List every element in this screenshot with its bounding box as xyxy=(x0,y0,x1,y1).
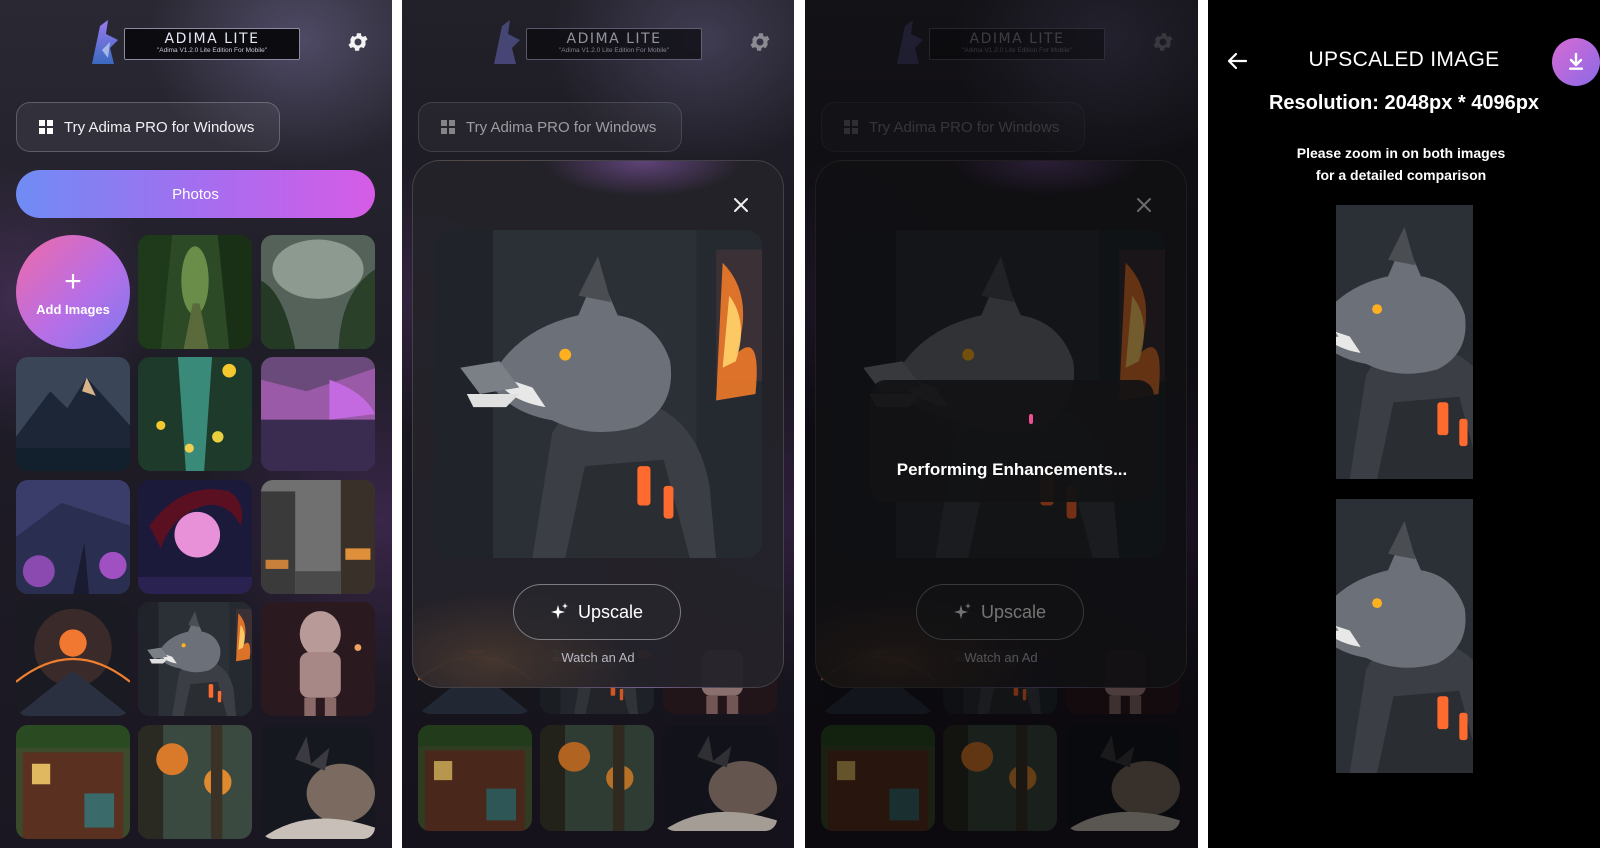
add-images-button[interactable]: + Add Images xyxy=(16,235,130,349)
gallery-tile-cyber-wolf[interactable] xyxy=(138,602,252,716)
gallery-tile-storm-ship[interactable] xyxy=(261,725,375,839)
logo-title: ADIMA LITE xyxy=(164,31,260,47)
loading-text: Performing Enhancements... xyxy=(896,460,1128,479)
gallery-tile-jungle-house[interactable] xyxy=(16,725,130,839)
download-button[interactable] xyxy=(1552,38,1600,86)
add-images-label: Add Images xyxy=(36,301,110,317)
upscale-dialog-screen: ADIMA LITE "Adima V1.2.0 Lite Edition Fo… xyxy=(402,0,794,848)
zoom-hint-line2: for a detailed comparison xyxy=(1315,167,1487,183)
download-icon xyxy=(1569,52,1583,70)
windows-icon xyxy=(39,120,53,134)
gallery-tile-misty-street[interactable] xyxy=(261,480,375,594)
logo-subtitle: "Adima V1.2.0 Lite Edition For Mobile" xyxy=(156,47,268,54)
upscale-label: Upscale xyxy=(577,601,644,622)
photos-button[interactable]: Photos xyxy=(16,170,375,218)
upscaled-image[interactable] xyxy=(1336,499,1473,773)
original-image[interactable] xyxy=(1336,205,1473,479)
resolution-text: Resolution: 2048px * 4096px xyxy=(1268,92,1540,114)
gallery-tile-mountain-peaks[interactable] xyxy=(16,357,130,471)
gallery-tile-pink-moon-tree[interactable] xyxy=(138,480,252,594)
gallery-tile-astronaut[interactable] xyxy=(261,602,375,716)
gallery-screen: ADIMA LITE "Adima V1.2.0 Lite Edition Fo… xyxy=(0,0,392,848)
plus-icon: + xyxy=(64,264,82,298)
gear-icon[interactable] xyxy=(346,30,370,54)
upscale-dialog: Upscale Watch an Ad xyxy=(412,160,784,688)
gallery-tile-glowing-flowers[interactable] xyxy=(138,357,252,471)
logo-plate: ADIMA LITE "Adima V1.2.0 Lite Edition Fo… xyxy=(124,28,300,60)
try-pro-button[interactable]: Try Adima PRO for Windows xyxy=(16,102,280,152)
gallery-tile-jungle-path[interactable] xyxy=(138,235,252,349)
gallery-tile-misty-jungle[interactable] xyxy=(261,235,375,349)
upscaled-result-screen: UPSCALED IMAGE Resolution: 2048px * 4096… xyxy=(1208,0,1600,848)
upscale-button[interactable]: Upscale xyxy=(513,584,681,640)
zoom-hint: Please zoom in on both images for a deta… xyxy=(1208,142,1594,186)
processing-screen: ADIMA LITE "Adima V1.2.0 Lite Edition Fo… xyxy=(805,0,1198,848)
selected-image-preview xyxy=(434,230,762,558)
loading-overlay: Performing Enhancements... xyxy=(870,380,1154,502)
logo-mark-icon xyxy=(92,20,118,64)
close-icon[interactable] xyxy=(733,197,749,213)
app-logo: ADIMA LITE "Adima V1.2.0 Lite Edition Fo… xyxy=(88,18,304,66)
gallery-tile-purple-forest-lake[interactable] xyxy=(261,357,375,471)
try-pro-label: Try Adima PRO for Windows xyxy=(64,118,255,136)
watch-ad-label: Watch an Ad xyxy=(561,650,635,665)
loading-spinner-icon xyxy=(1029,414,1033,424)
sparkle-icon xyxy=(550,603,568,619)
gallery-tile-fiery-planet[interactable] xyxy=(16,602,130,716)
gallery-tile-autumn-forest[interactable] xyxy=(138,725,252,839)
zoom-hint-line1: Please zoom in on both images xyxy=(1296,145,1506,161)
gallery-tile-purple-valley[interactable] xyxy=(16,480,130,594)
page-title: UPSCALED IMAGE xyxy=(1308,48,1500,71)
